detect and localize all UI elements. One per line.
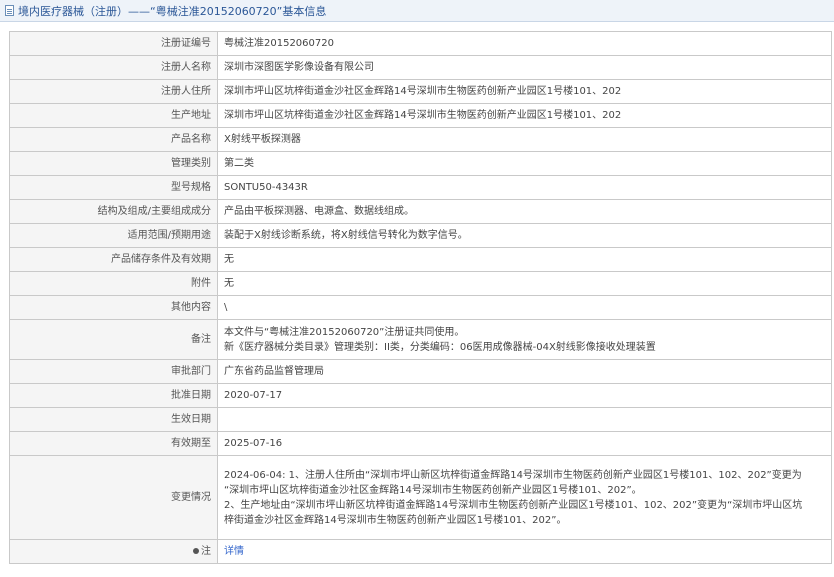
table-row: 型号规格 SONTU50-4343R <box>9 175 832 200</box>
row-value: 深圳市坪山区坑梓街道金沙社区金辉路14号深圳市生物医药创新产业园区1号楼101、… <box>217 79 832 104</box>
row-label: 附件 <box>9 271 218 296</box>
remark-line: 新《医疗器械分类目录》管理类别：II类，分类编码：06医用成像器械-04X射线影… <box>224 341 656 353</box>
table-row: 变更情况 2024-06-04: 1、注册人住所由“深圳市坪山新区坑梓街道金辉路… <box>9 455 832 540</box>
row-label: 注册证编号 <box>9 31 218 56</box>
change-line: 2024-06-04: 1、注册人住所由“深圳市坪山新区坑梓街道金辉路14号深圳… <box>224 469 802 481</box>
row-label: 备注 <box>9 319 218 360</box>
row-value: 深圳市坪山区坑梓街道金沙社区金辉路14号深圳市生物医药创新产业园区1号楼101、… <box>217 103 832 128</box>
row-value: 广东省药品监督管理局 <box>217 359 832 384</box>
row-label: 型号规格 <box>9 175 218 200</box>
row-label: 批准日期 <box>9 383 218 408</box>
change-line: “深圳市坪山区坑梓街道金沙社区金辉路14号深圳市生物医药创新产业园区1号楼101… <box>224 484 642 496</box>
table-row: 审批部门 广东省药品监督管理局 <box>9 359 832 384</box>
row-label: 结构及组成/主要组成成分 <box>9 199 218 224</box>
row-value: X射线平板探测器 <box>217 127 832 152</box>
row-value: 第二类 <box>217 151 832 176</box>
row-value: 深圳市深图医学影像设备有限公司 <box>217 55 832 80</box>
row-value: 2020-07-17 <box>217 383 832 408</box>
footer-label-cell: 注 <box>9 539 218 564</box>
row-value: 2024-06-04: 1、注册人住所由“深圳市坪山新区坑梓街道金辉路14号深圳… <box>217 455 832 540</box>
location-pin-icon <box>193 548 199 554</box>
row-label: 生效日期 <box>9 407 218 432</box>
row-value <box>217 407 832 432</box>
row-value: 产品由平板探测器、电源盒、数据线组成。 <box>217 199 832 224</box>
footer-label: 注 <box>201 546 211 557</box>
table-row: 适用范围/预期用途 装配于X射线诊断系统，将X射线信号转化为数字信号。 <box>9 223 832 248</box>
page-header: 境内医疗器械（注册）——“粤械注准20152060720”基本信息 <box>0 0 834 22</box>
change-line: 梓街道金沙社区金辉路14号深圳市生物医药创新产业园区1号楼101、202”。 <box>224 514 567 526</box>
table-row: 其他内容 \ <box>9 295 832 320</box>
table-row: 结构及组成/主要组成成分 产品由平板探测器、电源盒、数据线组成。 <box>9 199 832 224</box>
table-row: 产品储存条件及有效期 无 <box>9 247 832 272</box>
row-label: 有效期至 <box>9 431 218 456</box>
page-title: 境内医疗器械（注册）——“粤械注准20152060720”基本信息 <box>18 5 327 18</box>
change-line: 2、生产地址由“深圳市坪山新区坑梓街道金辉路14号深圳市生物医药创新产业园区1号… <box>224 499 803 511</box>
table-row: 附件 无 <box>9 271 832 296</box>
row-value: 无 <box>217 247 832 272</box>
footer-value-cell: 详情 <box>217 539 832 564</box>
table-row: 批准日期 2020-07-17 <box>9 383 832 408</box>
row-value: 2025-07-16 <box>217 431 832 456</box>
details-link[interactable]: 详情 <box>224 546 244 557</box>
row-label: 生产地址 <box>9 103 218 128</box>
row-label: 产品储存条件及有效期 <box>9 247 218 272</box>
table-row: 注册证编号 粤械注准20152060720 <box>9 31 832 56</box>
table-row: 注 详情 <box>9 539 832 564</box>
row-value: \ <box>217 295 832 320</box>
row-value: 装配于X射线诊断系统，将X射线信号转化为数字信号。 <box>217 223 832 248</box>
row-value: 粤械注准20152060720 <box>217 31 832 56</box>
table-row: 注册人住所 深圳市坪山区坑梓街道金沙社区金辉路14号深圳市生物医药创新产业园区1… <box>9 79 832 104</box>
table-row: 生效日期 <box>9 407 832 432</box>
table-row: 生产地址 深圳市坪山区坑梓街道金沙社区金辉路14号深圳市生物医药创新产业园区1号… <box>9 103 832 128</box>
table-row: 注册人名称 深圳市深图医学影像设备有限公司 <box>9 55 832 80</box>
row-label: 适用范围/预期用途 <box>9 223 218 248</box>
table-row: 有效期至 2025-07-16 <box>9 431 832 456</box>
row-label: 产品名称 <box>9 127 218 152</box>
row-label: 管理类别 <box>9 151 218 176</box>
remark-line: 本文件与“粤械注准20152060720”注册证共同使用。 <box>224 326 465 338</box>
row-label: 注册人住所 <box>9 79 218 104</box>
row-label: 变更情况 <box>9 455 218 540</box>
document-icon <box>5 5 14 16</box>
table-row: 备注 本文件与“粤械注准20152060720”注册证共同使用。 新《医疗器械分… <box>9 319 832 360</box>
row-label: 其他内容 <box>9 295 218 320</box>
table-row: 管理类别 第二类 <box>9 151 832 176</box>
info-table: 注册证编号 粤械注准20152060720 注册人名称 深圳市深图医学影像设备有… <box>9 31 832 564</box>
row-value: 本文件与“粤械注准20152060720”注册证共同使用。 新《医疗器械分类目录… <box>217 319 832 360</box>
row-value: SONTU50-4343R <box>217 175 832 200</box>
row-label: 注册人名称 <box>9 55 218 80</box>
row-value: 无 <box>217 271 832 296</box>
table-row: 产品名称 X射线平板探测器 <box>9 127 832 152</box>
row-label: 审批部门 <box>9 359 218 384</box>
